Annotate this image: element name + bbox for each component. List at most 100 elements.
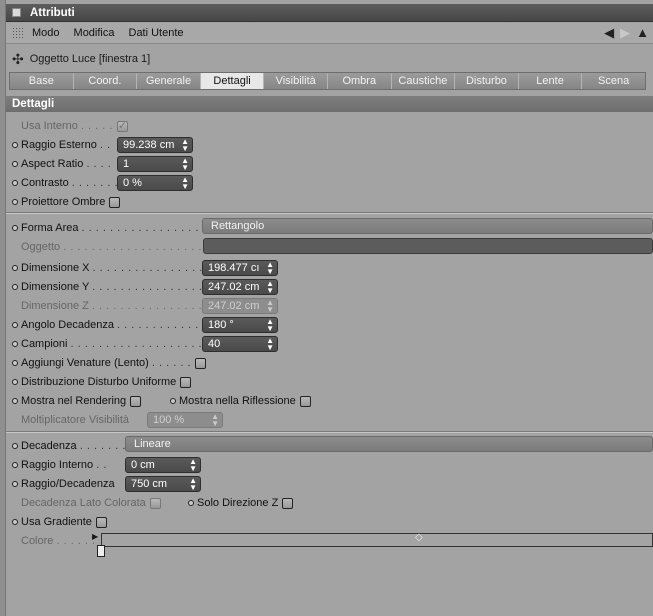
- angolo-decadenza-input[interactable]: 180 ° ▲ ▼: [202, 317, 278, 333]
- raggio-esterno-label: Raggio Esterno . .: [21, 139, 111, 151]
- spinner-icon[interactable]: ▲ ▼: [189, 477, 197, 491]
- menu-modifica[interactable]: Modifica: [74, 27, 115, 39]
- dimensione-z-label: Dimensione Z . . . . . . . . . . . . . .…: [21, 300, 209, 312]
- usa-gradiente-row: Usa Gradiente: [12, 513, 107, 531]
- spinner-icon: ▲ ▼: [211, 412, 219, 428]
- dimensione-z-dots: . . . . . . . . . . . . . . . . .: [91, 300, 210, 312]
- tab-base[interactable]: Base: [10, 73, 74, 89]
- tab-dettagli[interactable]: Dettagli: [200, 73, 265, 89]
- keyframe-bullet-icon[interactable]: [12, 360, 18, 366]
- window-titlebar[interactable]: Attributi: [6, 4, 653, 22]
- aggiungi-venature-checkbox[interactable]: [195, 357, 207, 369]
- spinner-icon[interactable]: ▲ ▼: [266, 261, 274, 275]
- forma-area-dropdown[interactable]: Rettangolo: [202, 218, 653, 234]
- mostra-riflessione-checkbox[interactable]: [299, 395, 311, 407]
- colore-row: Colore . . . . . .: [12, 532, 96, 550]
- tab-scena[interactable]: Scena: [582, 73, 645, 89]
- tab-generale[interactable]: Generale: [137, 73, 201, 89]
- bullet-placeholder: [12, 244, 18, 250]
- spinner-icon[interactable]: ▲ ▼: [266, 337, 274, 351]
- keyframe-bullet-icon[interactable]: [12, 462, 18, 468]
- keyframe-bullet-icon[interactable]: [12, 443, 18, 449]
- keyframe-bullet-icon[interactable]: [188, 500, 194, 506]
- keyframe-bullet-icon[interactable]: [12, 225, 18, 231]
- campioni-input[interactable]: 40 ▲ ▼: [202, 336, 278, 352]
- keyframe-bullet-icon[interactable]: [12, 398, 18, 404]
- spinner-icon[interactable]: ▲ ▼: [181, 176, 189, 190]
- arrow-up-icon[interactable]: ▲: [636, 26, 649, 40]
- raggio-esterno-input[interactable]: 99.238 cm ▲ ▼: [117, 137, 193, 153]
- keyframe-bullet-icon[interactable]: [12, 265, 18, 271]
- dimensione-y-dots: . . . . . . . . . . . . . . . . .: [92, 281, 210, 293]
- tab-ombra[interactable]: Ombra: [327, 73, 392, 89]
- angolo-decadenza-text: Angolo Decadenza: [21, 319, 114, 331]
- contrasto-label: Contrasto . . . . . . .: [21, 177, 118, 189]
- spinner-icon[interactable]: ▲ ▼: [181, 138, 189, 152]
- aspect-ratio-row: Aspect Ratio . . . .: [12, 155, 111, 173]
- usa-gradiente-checkbox[interactable]: [95, 516, 107, 528]
- raggio-interno-dots: . .: [96, 459, 107, 471]
- keyframe-bullet-icon[interactable]: [12, 341, 18, 347]
- moltiplicatore-visibilita-row: Moltiplicatore Visibilità: [12, 411, 129, 429]
- tab-bar: Base Coord. Generale Dettagli Visibilità…: [9, 72, 646, 90]
- gradient-knot-handle[interactable]: [97, 545, 105, 557]
- tab-coord[interactable]: Coord.: [73, 73, 138, 89]
- aspect-ratio-input[interactable]: 1 ▲ ▼: [117, 156, 193, 172]
- raggio-decadenza-input[interactable]: 750 cm ▲ ▼: [125, 476, 201, 492]
- decadenza-lato-colorata-label: Decadenza Lato Colorata: [21, 497, 146, 509]
- expand-triangle-icon[interactable]: ▶: [92, 532, 98, 541]
- keyframe-bullet-icon[interactable]: [12, 199, 18, 205]
- keyframe-bullet-icon[interactable]: [170, 398, 176, 404]
- oggetto-link-field[interactable]: [203, 238, 653, 254]
- menu-modo[interactable]: Modo: [32, 27, 60, 39]
- arrow-right-icon[interactable]: ▶: [620, 26, 630, 40]
- arrow-left-icon[interactable]: ◀: [604, 26, 614, 40]
- window-close-box[interactable]: [12, 8, 21, 17]
- decadenza-lato-colorata-row: Decadenza Lato Colorata: [12, 494, 161, 512]
- raggio-esterno-dots: . .: [99, 139, 111, 151]
- grip-icon[interactable]: [12, 27, 24, 39]
- tab-disturbo[interactable]: Disturbo: [455, 73, 519, 89]
- tab-visibilita[interactable]: Visibilità: [264, 73, 328, 89]
- keyframe-bullet-icon[interactable]: [12, 180, 18, 186]
- keyframe-bullet-icon[interactable]: [12, 161, 18, 167]
- colore-label: Colore . . . . . .: [21, 535, 96, 547]
- gradient-midpoint-icon[interactable]: ◇: [415, 532, 423, 543]
- dimensione-x-label: Dimensione X . . . . . . . . . . . . . .…: [21, 262, 210, 274]
- tab-lente[interactable]: Lente: [518, 73, 583, 89]
- spinner-icon[interactable]: ▲ ▼: [181, 157, 189, 171]
- keyframe-bullet-icon[interactable]: [12, 322, 18, 328]
- keyframe-bullet-icon[interactable]: [12, 142, 18, 148]
- raggio-interno-input[interactable]: 0 cm ▲ ▼: [125, 457, 201, 473]
- contrasto-row: Contrasto . . . . . . .: [12, 174, 118, 192]
- tab-caustiche[interactable]: Caustiche: [391, 73, 456, 89]
- color-gradient-bar[interactable]: ◇: [101, 532, 653, 547]
- distribuzione-disturbo-checkbox[interactable]: [180, 376, 192, 388]
- usa-interno-checkbox[interactable]: ✓: [116, 120, 128, 132]
- section-title: Dettagli: [6, 96, 653, 112]
- proiettore-ombre-row: Proiettore Ombre: [12, 193, 121, 211]
- mostra-riflessione-row: Mostra nella Riflessione: [170, 392, 311, 410]
- keyframe-bullet-icon[interactable]: [12, 519, 18, 525]
- keyframe-bullet-icon[interactable]: [12, 379, 18, 385]
- decadenza-dropdown[interactable]: Lineare: [125, 436, 653, 452]
- keyframe-bullet-icon[interactable]: [12, 481, 18, 487]
- decadenza-text: Decadenza: [21, 440, 77, 452]
- spinner-icon[interactable]: ▲ ▼: [266, 318, 274, 332]
- mostra-rendering-label: Mostra nel Rendering: [21, 395, 127, 407]
- dimensione-x-input[interactable]: 198.477 cı ▲ ▼: [202, 260, 278, 276]
- menu-dati-utente[interactable]: Dati Utente: [129, 27, 184, 39]
- angolo-decadenza-label: Angolo Decadenza . . . . . . . . . . . .…: [21, 319, 206, 331]
- contrasto-input[interactable]: 0 % ▲ ▼: [117, 175, 193, 191]
- spinner-icon: ▲ ▼: [266, 298, 274, 314]
- aggiungi-venature-label: Aggiungi Venature (Lento) . . . . . .: [21, 357, 191, 369]
- mostra-rendering-checkbox[interactable]: [130, 395, 142, 407]
- solo-direzione-z-checkbox[interactable]: [282, 497, 294, 509]
- dimensione-y-input[interactable]: 247.02 cm ▲ ▼: [202, 279, 278, 295]
- dimensione-x-value: 198.477 cı: [208, 262, 260, 274]
- spinner-icon[interactable]: ▲ ▼: [189, 458, 197, 472]
- dimensione-z-row: Dimensione Z . . . . . . . . . . . . . .…: [12, 297, 209, 315]
- spinner-icon[interactable]: ▲ ▼: [266, 280, 274, 294]
- keyframe-bullet-icon[interactable]: [12, 284, 18, 290]
- proiettore-ombre-checkbox[interactable]: [109, 196, 121, 208]
